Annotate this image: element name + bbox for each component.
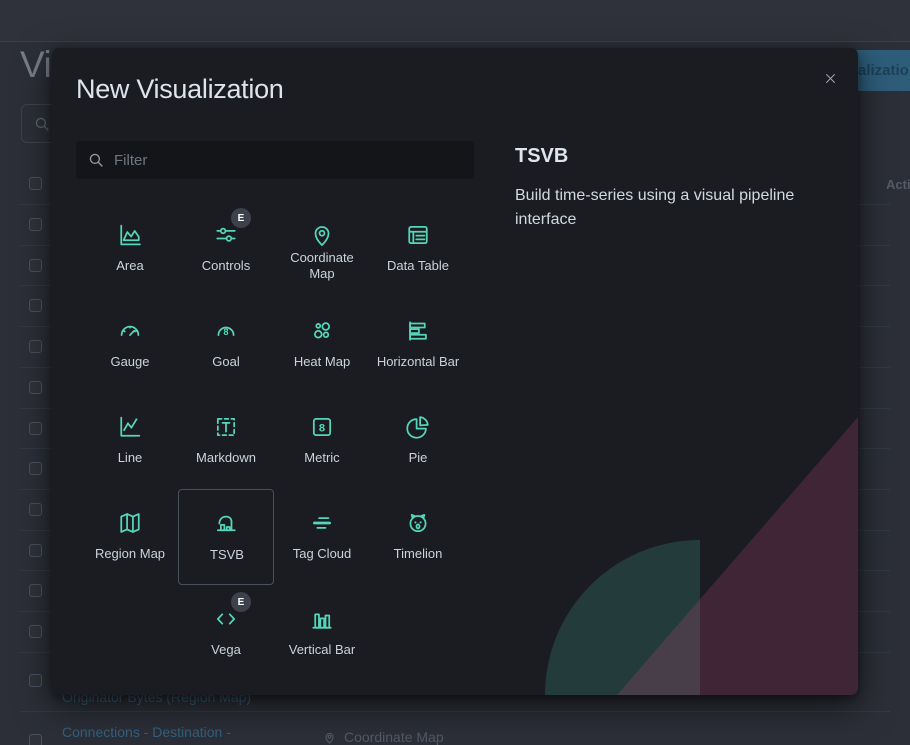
create-new-visualization-button[interactable]: alization	[850, 50, 910, 91]
row-checkbox[interactable]	[29, 544, 42, 557]
row-checkbox[interactable]	[29, 503, 42, 516]
page-title: Vi	[20, 44, 51, 86]
vis-type-label: Line	[84, 441, 176, 475]
vis-type-controls[interactable]: E Controls	[178, 201, 274, 297]
gauge-icon	[116, 317, 144, 345]
coordinate-map-icon	[308, 221, 336, 249]
vis-type-label: Tag Cloud	[276, 537, 368, 571]
vis-type-region-map[interactable]: Region Map	[82, 489, 178, 585]
vis-type-metric[interactable]: 8 Metric	[274, 393, 370, 489]
vis-type-label: Gauge	[84, 345, 176, 379]
select-all-checkbox[interactable]	[29, 177, 42, 190]
vis-type-label: Vega	[180, 633, 272, 667]
selected-type-description: Build time-series using a visual pipelin…	[515, 184, 815, 232]
actions-column-header: Acti	[886, 177, 910, 192]
vis-type-data-table[interactable]: Data Table	[370, 201, 466, 297]
vis-type-label: Area	[84, 249, 176, 283]
vis-type-heat-map[interactable]: Heat Map	[274, 297, 370, 393]
vis-type-label: Region Map	[84, 537, 176, 571]
vis-type-label: Coordinate Map	[276, 249, 368, 283]
timelion-icon	[404, 509, 432, 537]
vis-type-tag-cloud[interactable]: Tag Cloud	[274, 489, 370, 585]
vis-type-label: Controls	[180, 249, 272, 283]
area-icon	[116, 221, 144, 249]
new-visualization-modal: New Visualization Area E ControlsCoordinat…	[52, 48, 858, 695]
vis-type-label: Data Table	[372, 249, 464, 283]
filter-field	[76, 141, 474, 180]
line-icon	[116, 413, 144, 441]
svg-text:8: 8	[223, 327, 228, 337]
selection-panel: TSVB Build time-series using a visual pi…	[515, 145, 835, 232]
vis-type-label: Goal	[180, 345, 272, 379]
row-checkbox[interactable]	[29, 584, 42, 597]
vis-type-cell-label: Coordinate Map	[344, 729, 444, 745]
vis-type-vega[interactable]: E Vega	[178, 585, 274, 681]
vis-type-vertical-bar[interactable]: Vertical Bar	[274, 585, 370, 681]
vis-type-markdown[interactable]: Markdown	[178, 393, 274, 489]
filter-input[interactable]	[114, 141, 466, 180]
metric-icon: 8	[308, 413, 336, 441]
selected-type-name: TSVB	[515, 145, 835, 168]
close-icon	[823, 71, 838, 86]
vis-type-label: Timelion	[372, 537, 464, 571]
coordinate-map-icon	[322, 730, 337, 745]
vis-type-label: Vertical Bar	[276, 633, 368, 667]
vis-type-cell: Coordinate Map	[322, 729, 444, 745]
row-checkbox[interactable]	[29, 625, 42, 638]
top-navigation-bar	[0, 0, 910, 42]
vis-type-area[interactable]: Area	[82, 201, 178, 297]
vis-type-pie[interactable]: Pie	[370, 393, 466, 489]
close-button[interactable]	[816, 64, 844, 92]
vis-type-label: Pie	[372, 441, 464, 475]
vis-type-coordinate-map[interactable]: Coordinate Map	[274, 201, 370, 297]
search-icon	[88, 152, 105, 169]
vis-type-label: Heat Map	[276, 345, 368, 379]
row-checkbox[interactable]	[29, 340, 42, 353]
vis-type-line[interactable]: Line	[82, 393, 178, 489]
row-checkbox[interactable]	[29, 674, 42, 687]
row-checkbox[interactable]	[29, 218, 42, 231]
vis-type-tsvb[interactable]: TSVB	[178, 489, 274, 585]
row-checkbox[interactable]	[29, 422, 42, 435]
vis-type-label: Metric	[276, 441, 368, 475]
tsvb-icon	[212, 509, 240, 537]
screen: Vi alization Acti Originator Bytes (Regi…	[0, 0, 910, 745]
search-icon	[34, 116, 51, 133]
experimental-badge: E	[231, 592, 251, 612]
heat-map-icon	[308, 317, 336, 345]
region-map-icon	[116, 509, 144, 537]
vis-type-grid: Area E ControlsCoordinate MapData Table Gau…	[81, 201, 467, 681]
vis-type-label: Markdown	[180, 441, 272, 475]
experimental-badge: E	[231, 208, 251, 228]
table-row: Connections - Destination - Coordinate M…	[20, 711, 890, 745]
vis-type-label: TSVB	[181, 538, 273, 572]
vis-type-goal[interactable]: 8 Goal	[178, 297, 274, 393]
row-checkbox[interactable]	[29, 299, 42, 312]
row-checkbox[interactable]	[29, 734, 42, 745]
vis-type-horizontal-bar[interactable]: Horizontal Bar	[370, 297, 466, 393]
row-checkbox[interactable]	[29, 381, 42, 394]
vis-type-timelion[interactable]: Timelion	[370, 489, 466, 585]
vis-type-label: Horizontal Bar	[372, 345, 464, 379]
horizontal-bar-icon	[404, 317, 432, 345]
goal-icon: 8	[212, 317, 240, 345]
data-table-icon	[404, 221, 432, 249]
markdown-icon	[212, 413, 240, 441]
pie-icon	[404, 413, 432, 441]
svg-text:8: 8	[319, 422, 325, 434]
vertical-bar-icon	[308, 605, 336, 633]
row-checkbox[interactable]	[29, 462, 42, 475]
tag-cloud-icon	[308, 509, 336, 537]
modal-title: New Visualization	[76, 74, 284, 105]
row-checkbox[interactable]	[29, 259, 42, 272]
vis-type-gauge[interactable]: Gauge	[82, 297, 178, 393]
saved-vis-link[interactable]: Connections - Destination -	[62, 724, 231, 740]
